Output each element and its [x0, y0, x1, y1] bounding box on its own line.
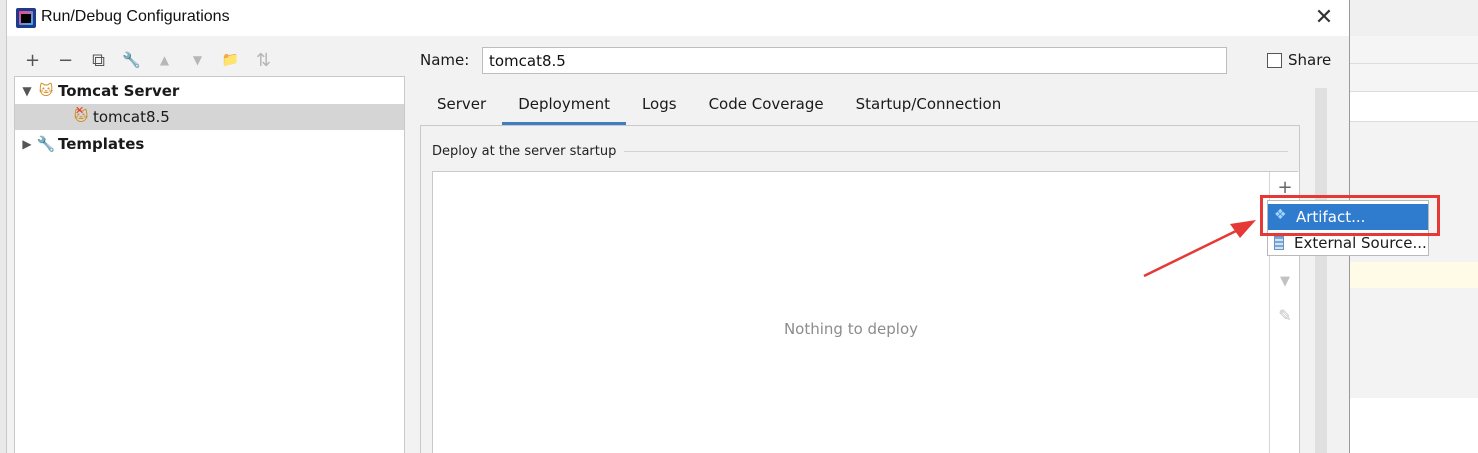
annotation-arrow — [1143, 220, 1256, 278]
